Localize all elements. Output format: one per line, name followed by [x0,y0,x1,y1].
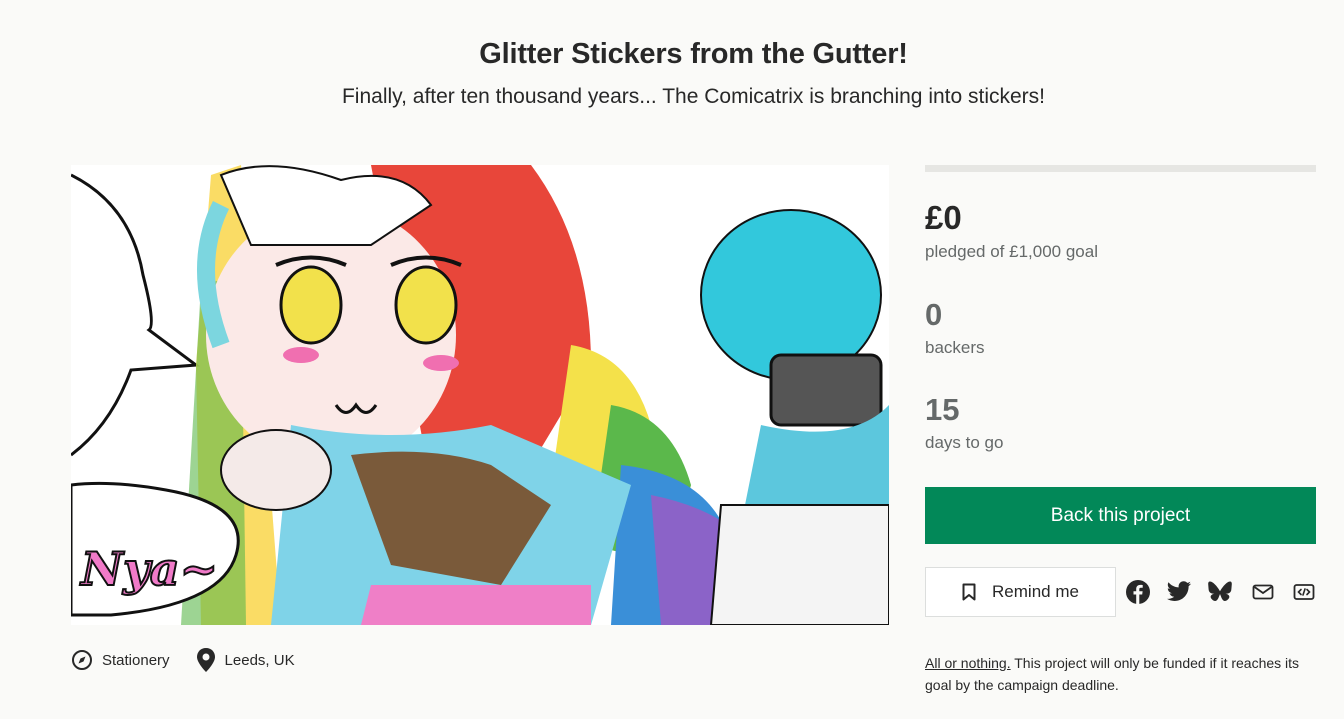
bookmark-icon [962,583,976,601]
project-title: Glitter Stickers from the Gutter! [479,38,908,70]
project-blurb: Finally, after ten thousand years... The… [341,85,1046,108]
speech-text: Nya~ [79,542,218,596]
embed-icon[interactable] [1290,578,1318,606]
category-label: Stationery [102,651,170,669]
backers-label: backers [925,338,985,357]
bluesky-icon[interactable] [1206,578,1234,606]
backers-stat: 0 backers [925,299,985,358]
back-project-button[interactable]: Back this project [925,487,1316,544]
backers-count: 0 [925,297,943,332]
compass-icon [72,650,92,670]
category-link[interactable]: Stationery [71,649,170,671]
project-meta: Stationery Leeds, UK [71,647,321,673]
location-label: Leeds, UK [224,651,295,669]
pledged-stat: £0 pledged of £1,000 goal [925,201,1098,262]
days-count: 15 [925,392,960,427]
funding-note: All or nothing. This project will only b… [925,652,1325,696]
twitter-icon[interactable] [1165,578,1193,606]
pledged-label: pledged of £1,000 goal [925,242,1098,261]
all-or-nothing-link[interactable]: All or nothing. [925,655,1011,671]
days-label: days to go [925,433,1004,452]
facebook-icon[interactable] [1124,578,1152,606]
email-icon[interactable] [1249,578,1277,606]
location-link[interactable]: Leeds, UK [196,647,295,673]
pledged-amount: £0 [925,199,962,236]
days-stat: 15 days to go [925,394,1003,453]
map-pin-icon [196,648,215,672]
remind-me-button[interactable]: Remind me [925,567,1116,617]
funding-progress-bar [925,165,1316,172]
project-hero-image[interactable]: Nya~ [71,165,889,625]
remind-me-label: Remind me [992,582,1079,601]
